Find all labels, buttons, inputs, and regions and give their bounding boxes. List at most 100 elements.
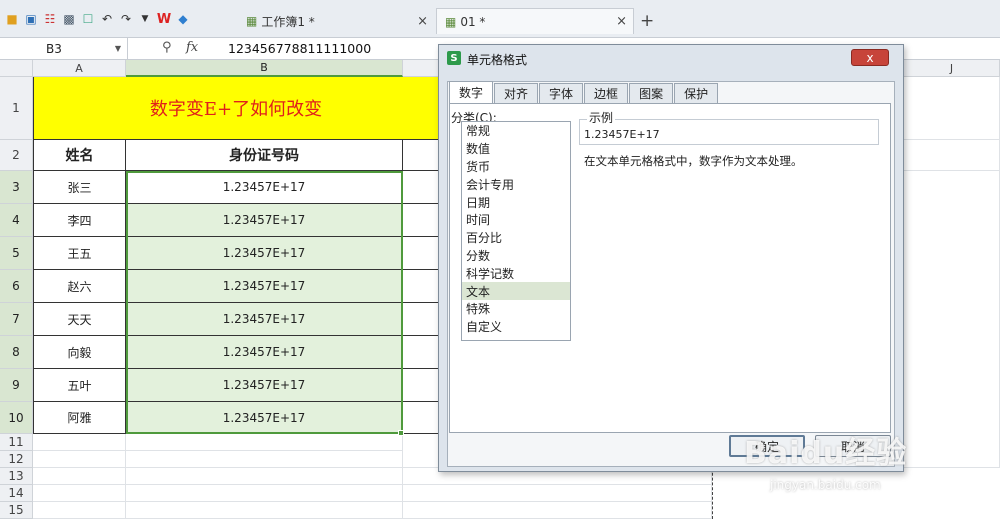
row-header-2[interactable]: 2	[0, 140, 33, 171]
row-header-14[interactable]: 14	[0, 485, 33, 502]
grid-cell[interactable]	[33, 468, 126, 485]
row-header-9[interactable]: 9	[0, 369, 33, 402]
id-cell[interactable]: 1.23457E+17	[126, 237, 403, 270]
grid-cell[interactable]	[33, 485, 126, 502]
title-banner-cell[interactable]: 数字变E+了如何改变	[33, 77, 439, 140]
row-header-8[interactable]: 8	[0, 336, 33, 369]
tab-protection[interactable]: 保护	[674, 83, 719, 103]
save-icon[interactable]: ▣	[23, 11, 39, 27]
redo-icon[interactable]: ↷	[118, 11, 134, 27]
grid-cell[interactable]	[126, 502, 403, 519]
header-extra-cell[interactable]	[403, 140, 439, 171]
row-header-10[interactable]: 10	[0, 402, 33, 434]
category-item[interactable]: 百分比	[462, 229, 570, 247]
tab-01[interactable]: ▦ 01 * ×	[436, 8, 634, 34]
tab-number[interactable]: 数字	[449, 81, 494, 103]
folder-icon[interactable]: ■	[4, 11, 20, 27]
tab-font[interactable]: 字体	[539, 83, 584, 103]
id-cell[interactable]: 1.23457E+17	[126, 303, 403, 336]
select-all-corner[interactable]	[0, 60, 33, 77]
id-cell-active[interactable]: 1.23457E+17	[126, 171, 403, 204]
category-item[interactable]: 数值	[462, 140, 570, 158]
category-item[interactable]: 分数	[462, 247, 570, 265]
formula-input[interactable]: 123456778811111000	[228, 41, 371, 56]
column-header-a[interactable]: A	[33, 60, 126, 77]
function-icon[interactable]: fx	[186, 40, 198, 55]
grid-cell[interactable]	[126, 485, 403, 502]
header-name-cell[interactable]: 姓名	[33, 140, 126, 171]
row-header-12[interactable]: 12	[0, 451, 33, 468]
tab-border[interactable]: 边框	[584, 83, 629, 103]
id-cell[interactable]: 1.23457E+17	[126, 336, 403, 369]
grid-cell[interactable]	[403, 270, 439, 303]
grid-cell[interactable]	[904, 171, 1000, 468]
cube-icon[interactable]: ◆	[175, 11, 191, 27]
name-cell[interactable]: 阿雅	[33, 402, 126, 434]
name-cell[interactable]: 李四	[33, 204, 126, 237]
name-cell[interactable]: 向毅	[33, 336, 126, 369]
grid-cell[interactable]	[126, 451, 403, 468]
grid-cell[interactable]	[904, 77, 1000, 140]
tab-pattern[interactable]: 图案	[629, 83, 674, 103]
category-list[interactable]: 常规 数值 货币 会计专用 日期 时间 百分比 分数 科学记数 文本 特殊 自定…	[461, 121, 571, 341]
row-header-1[interactable]: 1	[0, 77, 33, 140]
preview-icon[interactable]: ☐	[80, 11, 96, 27]
grid-cell[interactable]	[403, 336, 439, 369]
tab-workbook1[interactable]: ▦ 工作簿1 * ×	[238, 8, 434, 34]
grid-cell[interactable]	[403, 237, 439, 270]
tab-alignment[interactable]: 对齐	[494, 83, 539, 103]
grid-cell[interactable]	[33, 502, 126, 519]
row-header-11[interactable]: 11	[0, 434, 33, 451]
category-item[interactable]: 会计专用	[462, 175, 570, 193]
name-cell[interactable]: 王五	[33, 237, 126, 270]
category-item[interactable]: 时间	[462, 211, 570, 229]
category-item[interactable]: 特殊	[462, 300, 570, 318]
row-header-5[interactable]: 5	[0, 237, 33, 270]
dialog-close-button[interactable]: x	[851, 49, 889, 66]
dialog-title-bar[interactable]: S 单元格格式 x	[439, 45, 903, 71]
grid-cell[interactable]	[403, 204, 439, 237]
wps-logo-icon[interactable]: W	[156, 11, 172, 27]
row-header-15[interactable]: 15	[0, 502, 33, 519]
row-header-7[interactable]: 7	[0, 303, 33, 336]
category-item[interactable]: 货币	[462, 158, 570, 176]
export-icon[interactable]: ☷	[42, 11, 58, 27]
name-cell[interactable]: 天天	[33, 303, 126, 336]
category-item[interactable]: 常规	[462, 122, 570, 140]
name-cell[interactable]: 张三	[33, 171, 126, 204]
grid-cell[interactable]	[33, 451, 126, 468]
row-header-6[interactable]: 6	[0, 270, 33, 303]
grid-cell[interactable]	[126, 468, 403, 485]
new-tab-button[interactable]: +	[640, 11, 654, 31]
name-cell[interactable]: 五叶	[33, 369, 126, 402]
category-item[interactable]: 科学记数	[462, 264, 570, 282]
grid-cell[interactable]	[403, 402, 439, 434]
close-icon[interactable]: ×	[616, 14, 627, 29]
id-cell[interactable]: 1.23457E+17	[126, 204, 403, 237]
grid-cell[interactable]	[403, 369, 439, 402]
category-item[interactable]: 自定义	[462, 318, 570, 336]
id-cell[interactable]: 1.23457E+17	[126, 402, 403, 434]
zoom-icon[interactable]: ⚲	[162, 40, 172, 55]
row-header-13[interactable]: 13	[0, 468, 33, 485]
column-header-c[interactable]	[403, 60, 439, 77]
grid-cell[interactable]	[403, 303, 439, 336]
grid-cell[interactable]	[126, 434, 403, 451]
id-cell[interactable]: 1.23457E+17	[126, 270, 403, 303]
grid-cell[interactable]	[904, 140, 1000, 171]
dropdown-icon[interactable]: ▼	[137, 11, 153, 27]
row-header-4[interactable]: 4	[0, 204, 33, 237]
grid-cell[interactable]	[33, 434, 126, 451]
name-box[interactable]: B3 ▼	[0, 38, 128, 59]
category-item[interactable]: 日期	[462, 193, 570, 211]
id-cell[interactable]: 1.23457E+17	[126, 369, 403, 402]
grid-cell[interactable]	[403, 502, 712, 519]
grid-cell[interactable]	[403, 171, 439, 204]
name-cell[interactable]: 赵六	[33, 270, 126, 303]
column-header-b[interactable]: B	[126, 60, 403, 77]
grid-cell[interactable]	[403, 451, 439, 468]
close-icon[interactable]: ×	[417, 14, 428, 29]
chevron-down-icon[interactable]: ▼	[115, 44, 121, 53]
header-id-cell[interactable]: 身份证号码	[126, 140, 403, 171]
category-item-selected[interactable]: 文本	[462, 282, 570, 300]
